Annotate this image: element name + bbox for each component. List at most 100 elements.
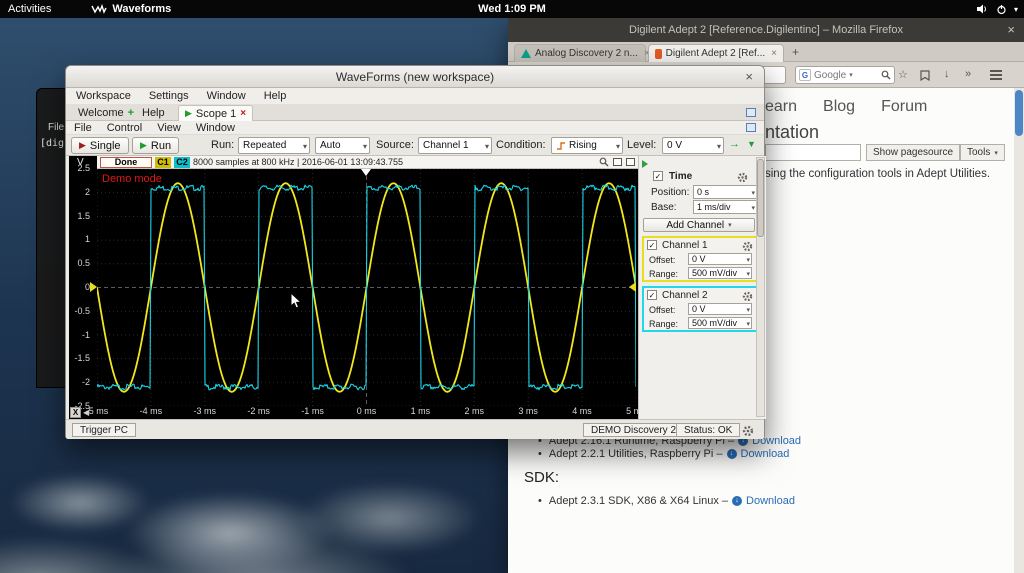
channel2-checkbox[interactable]: ✓ [647,290,657,300]
tools-button[interactable]: Tools ▾ [960,144,1005,161]
apply-arrow-icon[interactable]: → [729,138,740,150]
chevron-down-icon[interactable]: ▾ [1014,5,1018,14]
device-badge[interactable]: DEMO Discovery 2 [583,423,684,437]
channel-offset-marker-right[interactable] [629,282,636,292]
tab-close-icon[interactable]: × [771,48,777,59]
channel1-offset-select[interactable]: 0 V ▾ [688,253,752,265]
zoom-icon[interactable] [599,157,609,167]
channel2-offset-select[interactable]: 0 V ▾ [688,303,752,315]
zoom-window-icon[interactable] [613,158,622,166]
x-axis-close-button[interactable]: X [70,407,81,418]
waveforms-titlebar[interactable]: WaveForms (new workspace) × [66,66,764,88]
channel2-range-select[interactable]: 500 mV/div ▾ [688,317,752,329]
menu-control[interactable]: Control [107,122,142,134]
scrollbar-thumb[interactable] [1015,90,1023,136]
channel1-range-select[interactable]: 500 mV/div ▾ [688,267,752,279]
site-favicon [655,49,662,59]
search-icon[interactable] [881,70,891,80]
power-icon[interactable] [996,4,1007,15]
overflow-icon[interactable]: » [965,68,971,80]
panel-collapse-icon[interactable] [642,160,648,168]
float-icon[interactable] [746,123,756,132]
section-heading: SDK: [524,469,559,486]
menu-window[interactable]: Window [207,90,246,102]
terminal-file-menu[interactable]: File [48,122,64,133]
download-icon[interactable]: ↓ [727,449,737,459]
search-bar[interactable]: G Google ▾ [795,66,895,84]
download-link[interactable]: Download [741,448,790,460]
trigger-mode-select[interactable]: Auto ▾ [315,137,370,154]
run-button[interactable]: ▶ Run [132,137,179,154]
measure-icon[interactable] [626,158,635,166]
menu-window2[interactable]: Window [196,122,235,134]
base-select[interactable]: 1 ms/div ▾ [693,200,757,214]
pagesource-button[interactable]: Show pagesource [866,144,960,161]
panel-scrollbar[interactable] [756,157,765,417]
menu-help[interactable]: Help [264,90,287,102]
scope-plot-area[interactable]: V Done C1 C2 8000 samples at 800 kHz | 2… [69,156,638,419]
activities-button[interactable]: Activities [8,3,51,15]
menu-workspace[interactable]: Workspace [76,90,131,102]
gear-icon[interactable] [742,291,753,302]
plus-icon: + [128,107,134,119]
undock-icon[interactable] [746,108,756,117]
wiki-search-input[interactable] [765,144,861,161]
gear-icon[interactable] [742,425,754,437]
menu-settings[interactable]: Settings [149,90,189,102]
trigger-pc-button[interactable]: Trigger PC [72,423,136,437]
more-options-icon[interactable]: ▼ [747,139,756,149]
channel2-badge[interactable]: C2 [174,157,190,168]
bookmarks-icon[interactable] [920,70,930,81]
chevron-down-icon[interactable]: ▾ [849,71,853,79]
acquisition-header: Done C1 C2 8000 samples at 800 kHz | 201… [97,156,638,169]
download-link[interactable]: Download [746,495,795,507]
single-button[interactable]: ▶ Single [71,137,129,154]
focused-app[interactable]: Waveforms [91,3,171,15]
scrollbar-thumb[interactable] [757,159,764,237]
channel-offset-marker-left[interactable] [90,282,97,292]
nav-link-learn[interactable]: earn [765,98,797,116]
tab-digilent-adept[interactable]: Digilent Adept 2 [Ref... × [648,44,784,62]
status-badge: Status: OK [676,423,740,437]
menu-view[interactable]: View [157,122,181,134]
download-icon[interactable]: ↓ [732,496,742,506]
search-engine-icon[interactable]: G [799,69,811,81]
menu-icon[interactable] [990,74,1002,76]
channel1-badge[interactable]: C1 [155,157,171,168]
nav-link-blog[interactable]: Blog [823,98,855,116]
close-icon[interactable]: × [745,69,753,84]
tab-help[interactable]: Help [136,105,171,121]
firefox-titlebar[interactable]: Digilent Adept 2 [Reference.Digilentinc]… [508,18,1024,42]
menu-file[interactable]: File [74,122,92,134]
bookmark-star-icon[interactable]: ☆ [898,68,908,81]
new-tab-button[interactable]: + [792,45,799,59]
clock[interactable]: Wed 1:09 PM [478,3,546,15]
close-icon[interactable]: × [1007,22,1015,37]
tab-analog-discovery[interactable]: Analog Discovery 2 n... × [514,44,646,62]
position-select[interactable]: 0 s ▾ [693,185,757,199]
tab-close-icon[interactable]: × [240,108,246,119]
scrollbar[interactable] [1014,88,1024,573]
search-engine-label: Google [814,70,846,81]
gear-icon[interactable] [737,172,748,183]
level-select[interactable]: 0 V ▾ [662,137,724,154]
channel1-checkbox[interactable]: ✓ [647,240,657,250]
downloads-icon[interactable]: ↓ [944,68,950,80]
run-mode-select[interactable]: Repeated ▾ [238,137,310,154]
time-checkbox[interactable]: ✓ [653,171,663,181]
gear-icon[interactable] [742,241,753,252]
volume-icon[interactable] [976,3,989,15]
nav-link-forum[interactable]: Forum [881,98,927,116]
source-select[interactable]: Channel 1 ▾ [418,137,492,154]
add-channel-button[interactable]: Add Channel ▾ [643,218,755,232]
waveform-canvas[interactable] [97,169,636,406]
pan-left-icon[interactable]: ◀ [83,408,89,417]
tab-welcome[interactable]: Welcome + [72,105,140,121]
system-tray[interactable]: ▾ [976,3,1018,15]
device-gear[interactable] [742,424,754,442]
condition-select[interactable]: Rising ▾ [551,137,623,154]
acquisition-info: 8000 samples at 800 kHz | 2016-06-01 13:… [193,157,596,167]
tab-scope1[interactable]: ▶ Scope 1 × [178,105,253,121]
trigger-position-marker[interactable] [361,169,371,176]
channel2-label: Channel 2 [662,290,708,301]
